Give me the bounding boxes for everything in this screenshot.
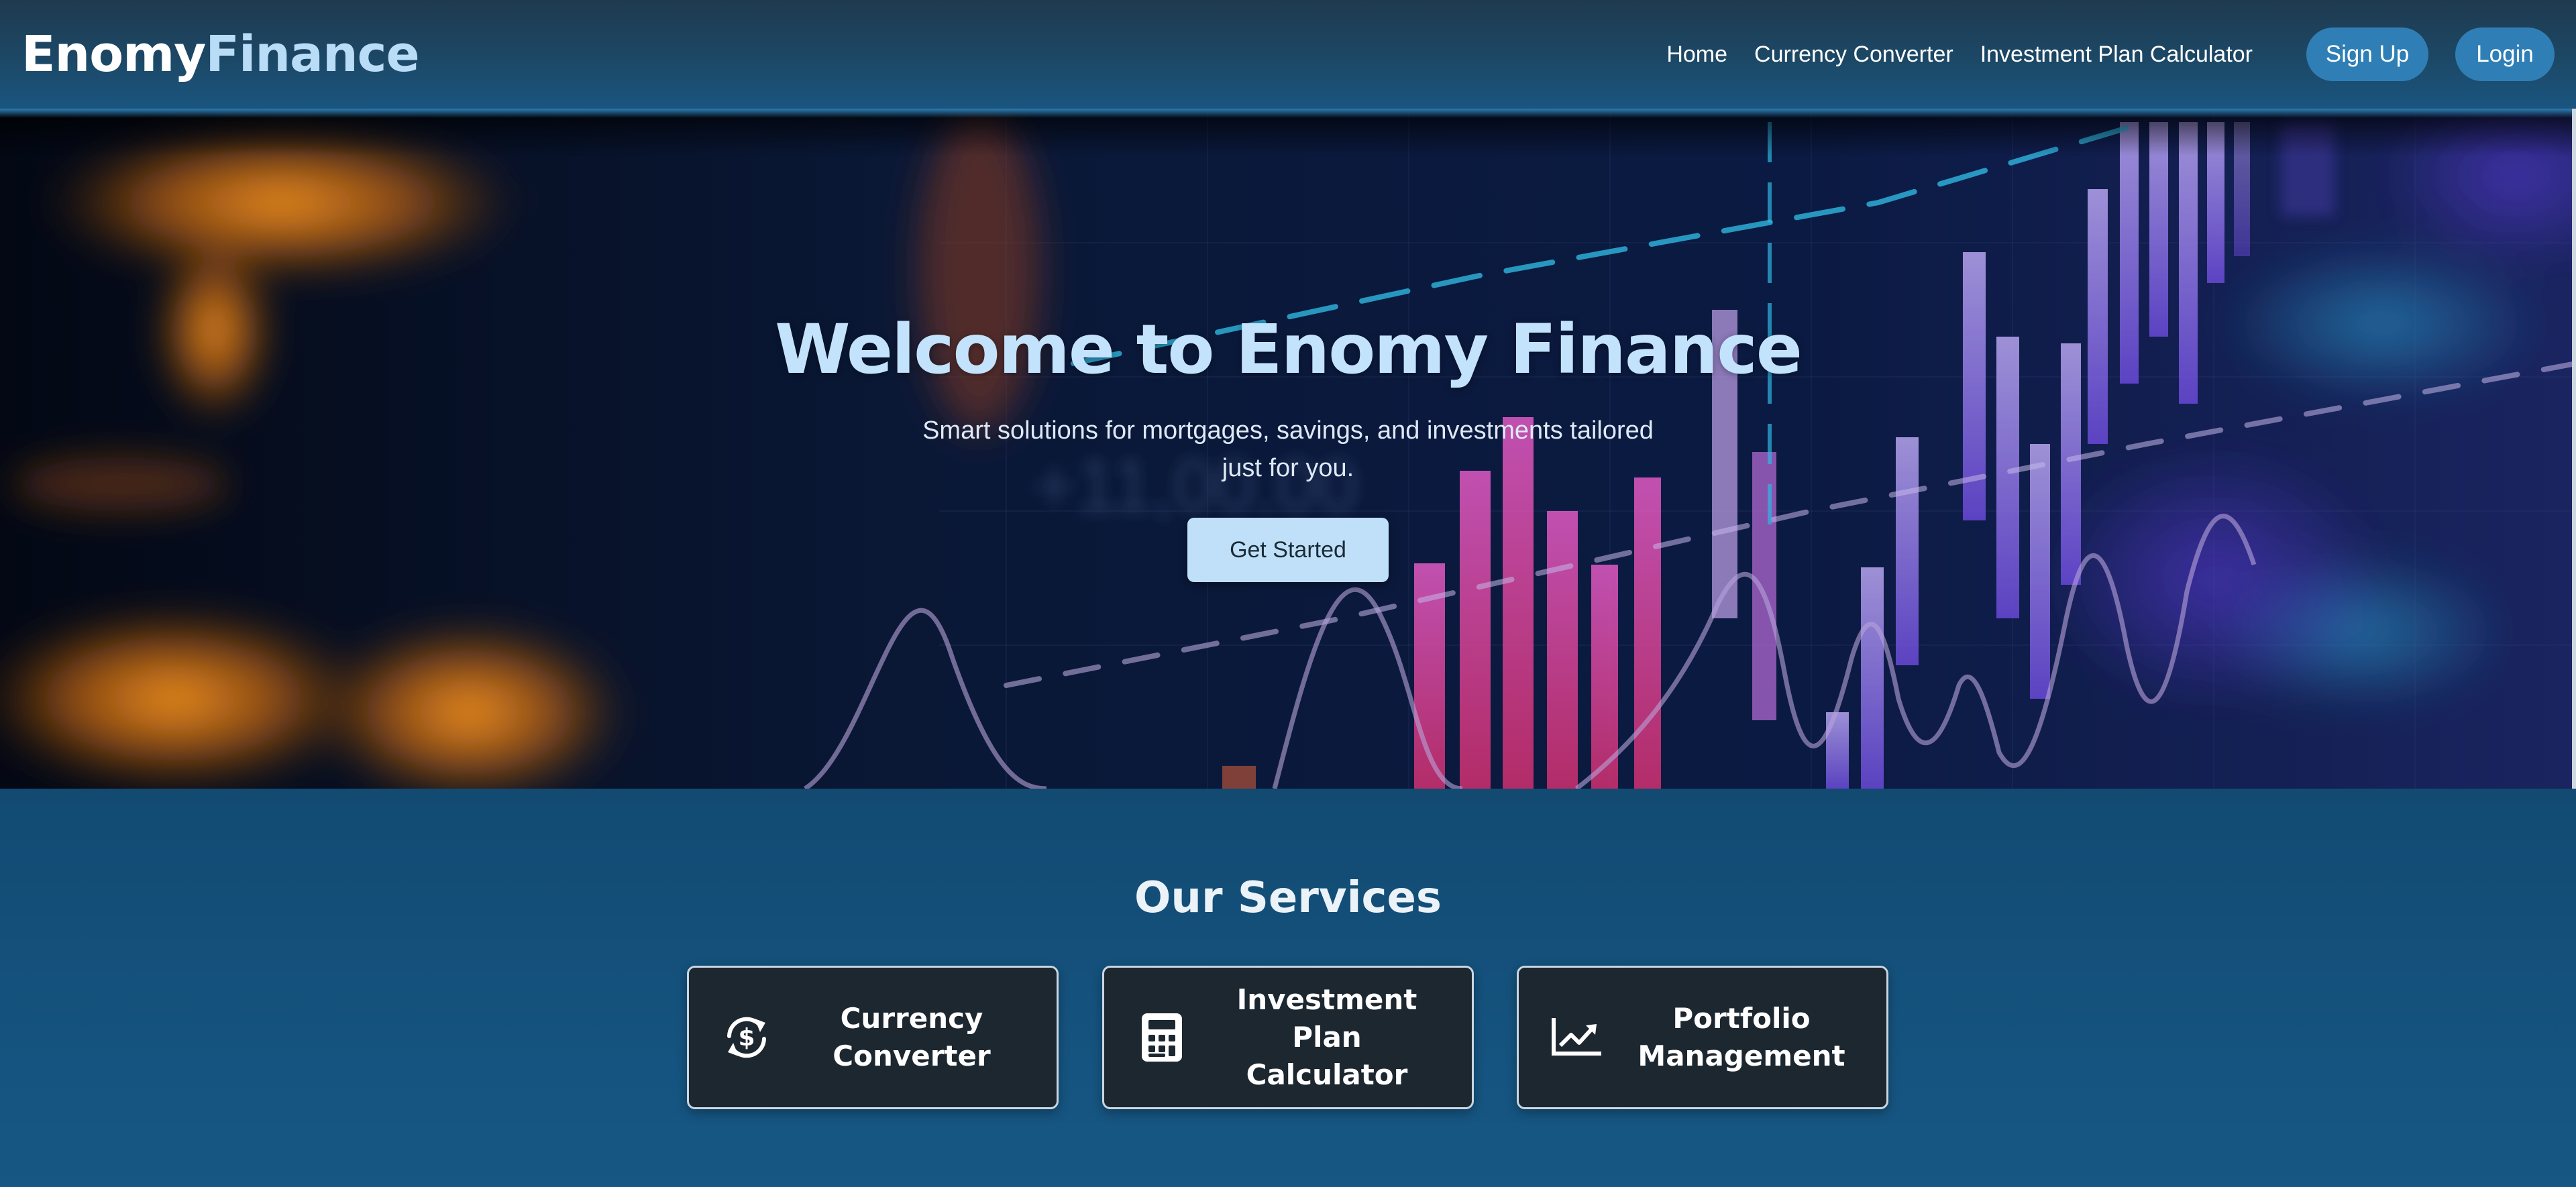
hero-title: Welcome to Enomy Finance <box>775 310 1803 390</box>
logo-text-enomy: Enomy <box>21 25 206 83</box>
site-header: EnomyFinance Home Currency Converter Inv… <box>0 0 2576 118</box>
service-card-label: Currency Converter <box>833 1002 991 1072</box>
services-title: Our Services <box>1134 873 1442 923</box>
calculator-icon <box>1135 1011 1189 1064</box>
main-nav: Home Currency Converter Investment Plan … <box>1640 27 2555 81</box>
services-section: Our Services $ Currency Converter Invest… <box>0 789 2576 1187</box>
nav-home-link[interactable]: Home <box>1666 42 1727 68</box>
nav-investment-plan-calculator-link[interactable]: Investment Plan Calculator <box>1980 42 2253 68</box>
hero-content: Welcome to Enomy Finance Smart solutions… <box>0 109 2576 789</box>
hero-section: +11,00.00 Welcome to Enomy Finance Smart… <box>0 109 2576 789</box>
service-card-portfolio-management[interactable]: Portfolio Management <box>1517 966 1888 1109</box>
nav-currency-converter-link[interactable]: Currency Converter <box>1754 42 1953 68</box>
currency-exchange-icon: $ <box>720 1011 773 1064</box>
svg-text:$: $ <box>738 1024 755 1052</box>
service-card-investment-plan-calculator[interactable]: Investment Plan Calculator <box>1102 966 1474 1109</box>
login-button[interactable]: Login <box>2455 27 2555 81</box>
service-card-label: Investment Plan Calculator <box>1236 983 1417 1091</box>
service-card-currency-converter[interactable]: $ Currency Converter <box>687 966 1059 1109</box>
get-started-button[interactable]: Get Started <box>1187 518 1389 582</box>
sign-up-button[interactable]: Sign Up <box>2306 27 2428 81</box>
hero-subtitle: Smart solutions for mortgages, savings, … <box>922 416 1654 482</box>
chart-line-icon <box>1550 1011 1603 1064</box>
service-card-label: Portfolio Management <box>1638 1002 1845 1072</box>
scrollbar[interactable] <box>2572 109 2576 789</box>
site-logo[interactable]: EnomyFinance <box>21 25 420 83</box>
logo-text-finance: Finance <box>205 25 419 83</box>
